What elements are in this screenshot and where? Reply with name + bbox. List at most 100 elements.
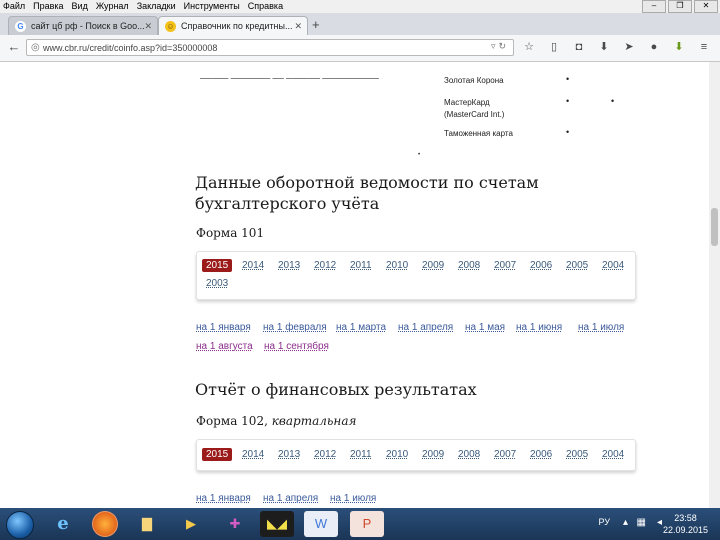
- url-input[interactable]: [43, 41, 483, 54]
- year-link[interactable]: 2013: [278, 260, 300, 271]
- menu-help[interactable]: Справка: [245, 0, 288, 13]
- year-link[interactable]: 2008: [458, 260, 480, 271]
- chat-icon[interactable]: ●: [647, 40, 661, 54]
- year-link[interactable]: 2011: [350, 260, 372, 271]
- language-indicator[interactable]: РУ: [598, 517, 610, 527]
- tab-credit-directory[interactable]: ☺ Справочник по кредитны... ✕: [158, 16, 308, 35]
- month-link[interactable]: на 1 августа: [196, 341, 253, 352]
- scrollbar-thumb[interactable]: [711, 208, 718, 246]
- tab-google-search[interactable]: G сайт цб рф - Поиск в Goo... ✕: [8, 16, 158, 35]
- word-icon[interactable]: W: [304, 511, 338, 537]
- address-bar[interactable]: ◎ ▿↻: [26, 39, 514, 56]
- card-name-mastercard-int: (MasterCard Int.): [444, 110, 505, 119]
- folder-icon[interactable]: ▇: [130, 511, 164, 537]
- bullet-dot: •: [566, 74, 570, 84]
- menu-edit[interactable]: Правка: [30, 0, 68, 13]
- send-icon[interactable]: ➤: [622, 40, 636, 54]
- menu-bookmarks[interactable]: Закладки: [134, 0, 181, 13]
- menu-hamburger-icon[interactable]: ≡: [697, 40, 711, 54]
- google-favicon-icon: G: [15, 21, 26, 32]
- tab-label: Справочник по кредитны...: [181, 21, 293, 31]
- year-link[interactable]: 2012: [314, 260, 336, 271]
- year-link[interactable]: 2014: [242, 260, 264, 271]
- year-link[interactable]: 2012: [314, 449, 336, 460]
- clock[interactable]: 23:58 22.09.2015: [663, 512, 708, 536]
- year-link[interactable]: 2014: [242, 449, 264, 460]
- year-2015-selected[interactable]: 2015: [202, 259, 233, 272]
- year-link[interactable]: 2005: [566, 449, 588, 460]
- month-link[interactable]: на 1 мая: [465, 322, 505, 333]
- year-link[interactable]: 2007: [494, 260, 516, 271]
- bookmark-star-icon[interactable]: ☆: [522, 40, 536, 54]
- year-link[interactable]: 2005: [566, 260, 588, 271]
- bullet-dot: •: [611, 96, 615, 106]
- menu-file[interactable]: Файл: [0, 0, 30, 13]
- pocket-icon[interactable]: ◘: [572, 40, 586, 54]
- menu-tools[interactable]: Инструменты: [181, 0, 245, 13]
- page-content: ───── ─────── ── ────── ────────── Золот…: [0, 62, 720, 508]
- year-link[interactable]: 2011: [350, 449, 372, 460]
- quarter-link[interactable]: на 1 июля: [330, 493, 376, 504]
- tab-label: сайт цб рф - Поиск в Goo...: [31, 21, 145, 31]
- year-link[interactable]: 2009: [422, 260, 444, 271]
- month-link[interactable]: на 1 февраля: [263, 322, 327, 333]
- tray-arrow-icon[interactable]: ▴: [623, 517, 628, 528]
- volume-icon[interactable]: ◂: [657, 517, 662, 528]
- quarter-link[interactable]: на 1 января: [196, 493, 251, 504]
- month-link[interactable]: на 1 апреля: [398, 322, 453, 333]
- dropdown-reload-icons[interactable]: ▿↻: [491, 41, 509, 52]
- month-link[interactable]: на 1 марта: [336, 322, 386, 333]
- form-102-label: Форма 102, квартальная: [196, 414, 356, 428]
- app-icon[interactable]: ✚: [218, 511, 252, 537]
- month-link[interactable]: на 1 января: [196, 322, 251, 333]
- smiley-favicon-icon: ☺: [165, 21, 176, 32]
- media-player-icon[interactable]: ▶: [174, 511, 208, 537]
- year-link[interactable]: 2006: [530, 449, 552, 460]
- year-link[interactable]: 2004: [602, 260, 624, 271]
- month-link[interactable]: на 1 сентября: [264, 341, 329, 352]
- tab-close-icon[interactable]: ✕: [294, 17, 302, 35]
- menu-history[interactable]: Журнал: [93, 0, 134, 13]
- year-link[interactable]: 2008: [458, 449, 480, 460]
- quarter-link[interactable]: на 1 апреля: [263, 493, 318, 504]
- year-link[interactable]: 2010: [386, 260, 408, 271]
- powerpoint-icon[interactable]: P: [350, 511, 384, 537]
- green-download-icon[interactable]: ⬇: [672, 40, 686, 54]
- batman-app-icon[interactable]: ◣◢: [260, 511, 294, 537]
- truncated-text: ───── ─────── ── ────── ──────────: [200, 74, 379, 83]
- year-selector-101: [196, 251, 636, 300]
- minimize-icon[interactable]: –: [642, 0, 666, 13]
- internet-explorer-icon[interactable]: e: [46, 511, 80, 537]
- start-button[interactable]: [6, 511, 34, 539]
- close-icon[interactable]: ✕: [694, 0, 718, 13]
- card-name-zolotaya-korona: Золотая Корона: [444, 76, 504, 85]
- vertical-scrollbar[interactable]: [709, 62, 720, 508]
- year-link[interactable]: 2013: [278, 449, 300, 460]
- section-title-line2: бухгалтерского учёта: [195, 194, 380, 213]
- download-icon[interactable]: ⬇: [597, 40, 611, 54]
- year-link[interactable]: 2007: [494, 449, 516, 460]
- reading-list-icon[interactable]: ▯: [547, 40, 561, 54]
- year-link[interactable]: 2003: [206, 278, 228, 289]
- month-link[interactable]: на 1 июня: [516, 322, 562, 333]
- year-2015-selected[interactable]: 2015: [202, 448, 233, 461]
- card-name-tamozhennaya: Таможенная карта: [444, 129, 513, 138]
- back-arrow-icon[interactable]: ←: [6, 39, 22, 55]
- year-link[interactable]: 2009: [422, 449, 444, 460]
- new-tab-button[interactable]: +: [312, 16, 320, 34]
- year-link[interactable]: 2010: [386, 449, 408, 460]
- form-102-subtitle: квартальная: [271, 414, 357, 428]
- month-link[interactable]: на 1 июля: [578, 322, 624, 333]
- year-link[interactable]: 2004: [602, 449, 624, 460]
- tab-close-icon[interactable]: ✕: [144, 17, 152, 35]
- window-controls: – ❐ ✕: [642, 0, 718, 13]
- form-102-name: Форма 102,: [196, 414, 268, 428]
- menu-view[interactable]: Вид: [69, 0, 93, 13]
- section-title-line1: Данные оборотной ведомости по счетам: [195, 173, 539, 192]
- network-icon[interactable]: ▦: [637, 517, 646, 528]
- restore-icon[interactable]: ❐: [668, 0, 692, 13]
- clock-date: 22.09.2015: [662, 525, 708, 535]
- form-101-label: Форма 101: [196, 226, 265, 240]
- year-link[interactable]: 2006: [530, 260, 552, 271]
- firefox-icon[interactable]: [92, 511, 118, 537]
